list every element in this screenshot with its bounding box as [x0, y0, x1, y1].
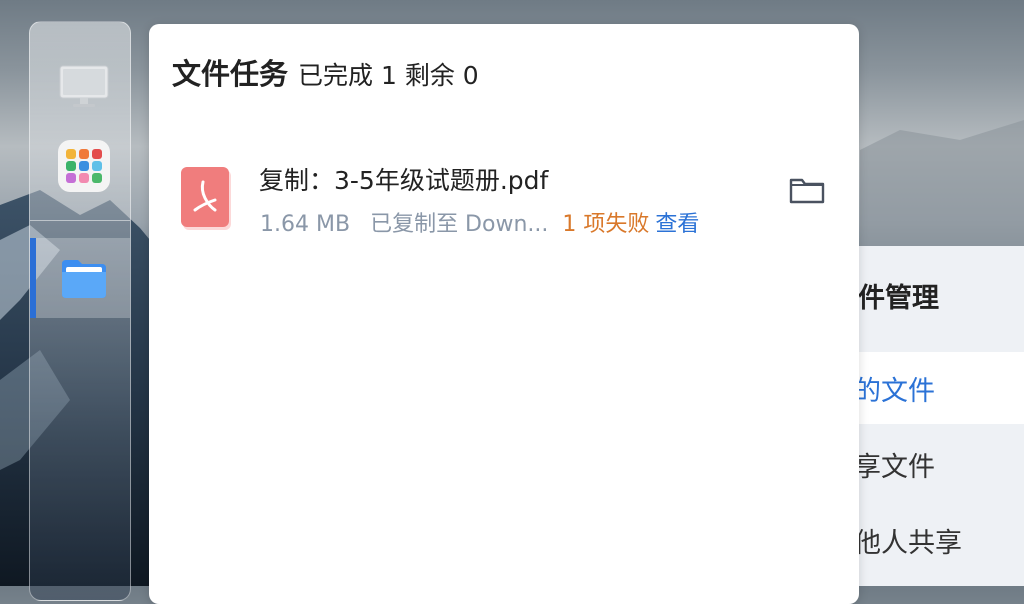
task-name: 复制：3-5年级试题册.pdf — [259, 166, 549, 195]
panel-title: 文件任务 已完成 1 剩余 0 — [172, 51, 479, 93]
fail-count: 1 项失败 — [562, 212, 650, 237]
open-folder-icon[interactable] — [787, 172, 827, 208]
task-row: 复制：3-5年级试题册.pdf 1.64 MB 已复制至 Down... 1 项失败… — [179, 164, 829, 244]
monitor-icon[interactable] — [58, 60, 110, 112]
panel-summary: 已完成 1 剩余 0 — [298, 61, 479, 90]
file-manager-title: 件管理 — [858, 283, 939, 314]
task-meta: 1.64 MB 已复制至 Down... 1 项失败 查看 — [260, 206, 699, 238]
nav-item-label: 的文件 — [854, 375, 935, 407]
nav-item-label: 他人共享 — [854, 527, 962, 559]
folder-icon[interactable] — [58, 252, 110, 304]
pdf-file-icon — [179, 166, 235, 232]
app-dock — [29, 21, 131, 601]
file-tasks-panel: 文件任务 已完成 1 剩余 0 复制：3-5年级试题册.pdf 1.64 MB 已复… — [149, 24, 859, 604]
panel-title-text: 文件任务 — [172, 57, 289, 91]
dock-divider — [30, 220, 130, 221]
file-size: 1.64 MB — [260, 212, 351, 237]
nav-item-label: 享文件 — [854, 451, 935, 483]
view-link[interactable]: 查看 — [655, 212, 699, 237]
task-status: 已复制至 Down... — [370, 212, 549, 237]
app-grid-icon[interactable] — [58, 140, 110, 192]
